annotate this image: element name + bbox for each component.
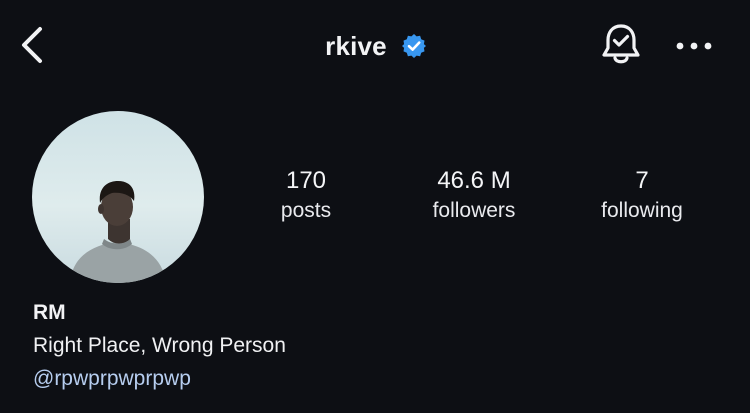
posts-count-value: 170 [285,167,327,194]
more-horizontal-icon [676,42,712,50]
bio-text: Right Place, Wrong Person [33,334,286,357]
bio-mention-link[interactable]: @rpwprpwprpwp [33,364,633,394]
notifications-bell-button[interactable] [596,20,646,70]
profile-header-title: rkive [325,31,427,62]
profile-bio: RM Right Place, Wrong Person @rpwprpwprp… [33,298,633,394]
following-count-value: 7 [635,167,649,194]
following-count-label: following [601,199,683,222]
top-bar: rkive [0,0,750,92]
followers-count-label: followers [432,199,516,222]
more-options-button[interactable] [672,26,716,66]
followers-count[interactable]: 46.6 M followers [394,166,554,226]
bell-check-icon [602,24,640,64]
posts-count-label: posts [280,199,332,222]
following-count[interactable]: 7 following [562,166,722,226]
display-name: RM [33,301,66,324]
profile-avatar[interactable] [32,111,204,283]
back-button[interactable] [12,22,52,68]
chevron-left-icon [22,27,42,63]
username: rkive [325,30,387,61]
followers-count-value: 46.6 M [437,167,511,194]
verified-badge-icon [401,33,427,59]
posts-count[interactable]: 170 posts [226,166,386,226]
